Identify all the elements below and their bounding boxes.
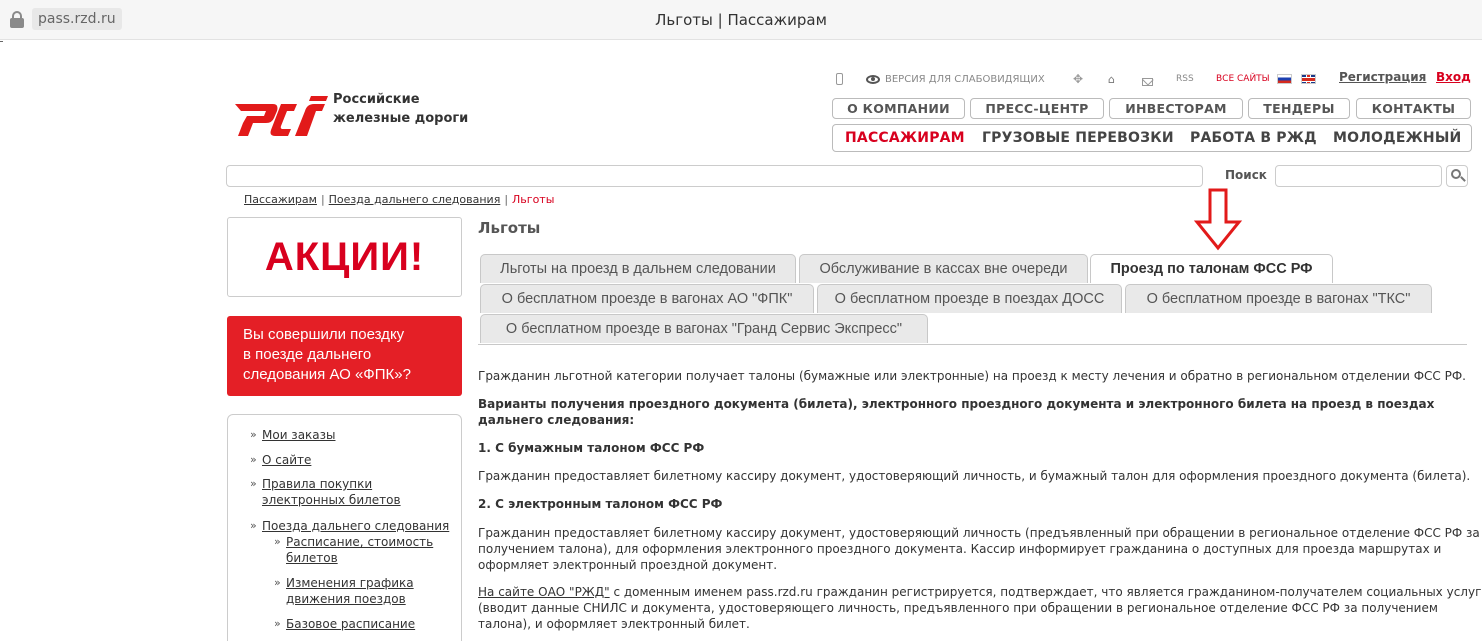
main-nav-youth[interactable]: МОЛОДЕЖНЫЙ [1333,130,1461,146]
mobile-icon [836,73,843,85]
search-button[interactable] [1446,165,1468,187]
tab-long-distance-benefits[interactable]: Льготы на проезд в дальнем следовании [480,254,796,283]
login-link[interactable]: Вход [1436,70,1471,84]
sidebar-item-purchase-rules[interactable]: » Правила покупки электронных билетов [250,476,401,508]
move-icon[interactable]: ✥ [1073,71,1083,87]
tab-fss-coupons[interactable]: Проезд по талонам ФСС РФ [1090,254,1333,283]
section1-heading: 1. С бумажным талоном ФСС РФ [478,441,705,455]
sidebar-subitem-schedule[interactable]: » Расписание, стоимость билетов [274,534,433,566]
main-nav: ПАССАЖИРАМ ГРУЗОВЫЕ ПЕРЕВОЗКИ РАБОТА В Р… [832,124,1472,152]
sidebar-item-my-orders[interactable]: » Мои заказы [250,427,336,443]
logo-text: Российские железные дороги [333,92,469,126]
tab-priority-service[interactable]: Обслуживание в кассах вне очереди [799,254,1088,283]
nav-company[interactable]: О КОМПАНИИ [832,98,965,119]
chevron-right-icon: » [274,535,281,548]
nav-press-center[interactable]: ПРЕСС-ЦЕНТР [970,98,1104,119]
tab-free-tks[interactable]: О бесплатном проезде в вагонах "ТКС" [1125,284,1432,313]
main-nav-passengers[interactable]: ПАССАЖИРАМ [845,130,965,146]
search-input[interactable] [1275,165,1442,187]
main-nav-freight[interactable]: ГРУЗОВЫЕ ПЕРЕВОЗКИ [982,130,1174,146]
rzd-site-link[interactable]: На сайте ОАО "РЖД" [478,585,610,599]
chevron-right-icon: » [250,453,257,466]
breadcrumb-current: Льготы [512,193,555,206]
promo-banner[interactable]: АКЦИИ! [227,217,462,297]
tabs-divider [478,344,1467,345]
breadcrumb-passengers[interactable]: Пассажирам [244,193,317,206]
nav-contacts[interactable]: КОНТАКТЫ [1356,98,1471,119]
sidebar-subitem-base-schedule[interactable]: » Базовое расписание [274,616,415,632]
intro-text: Гражданин льготной категории получает та… [478,369,1466,383]
top-bar-input[interactable] [226,165,1203,187]
rss-link[interactable]: RSS [1176,71,1194,87]
accessibility-link[interactable]: ВЕРСИЯ ДЛЯ СЛАБОВИДЯЩИХ [866,71,1045,87]
mobile-version-link[interactable] [836,71,843,87]
variants-heading: Варианты получения проездного документа … [478,397,1435,427]
breadcrumb: Пассажирам | Поезда дальнего следования | Ль… [244,193,555,206]
sidebar-item-long-distance[interactable]: » Поезда дальнего следования [250,518,449,534]
tab-free-fpk[interactable]: О бесплатном проезде в вагонах АО "ФПК" [480,284,814,313]
breadcrumb-long-distance[interactable]: Поезда дальнего следования [329,193,501,206]
main-nav-careers[interactable]: РАБОТА В РЖД [1190,130,1317,146]
divider [0,41,3,42]
site-registration-text: На сайте ОАО "РЖД" с доменным именем pas… [478,585,1482,631]
section2-heading: 2. С электронным талоном ФСС РФ [478,497,723,511]
sidebar-subitem-schedule-changes[interactable]: » Изменения графика движения поездов [274,575,414,607]
eye-icon [866,74,880,84]
sidebar-menu: » Мои заказы » О сайте » Правила покупки… [227,414,462,641]
browser-toolbar: pass.rzd.ru Льготы | Пассажирам [0,0,1482,40]
home-icon[interactable]: ⌂ [1108,71,1115,87]
window-title: Льготы | Пассажирам [655,11,827,29]
lang-ru-flag[interactable] [1277,71,1292,87]
nav-investors[interactable]: ИНВЕСТОРАМ [1109,98,1243,119]
chevron-right-icon: » [274,576,281,589]
chevron-right-icon: » [250,519,257,532]
chevron-right-icon: » [250,477,257,490]
nav-tenders[interactable]: ТЕНДЕРЫ [1248,98,1350,119]
lang-en-flag[interactable] [1301,71,1316,87]
down-arrow-annotation [1193,188,1243,251]
section1-text: Гражданин предоставляет билетному кассир… [478,469,1471,483]
mail-icon[interactable] [1142,74,1153,90]
chevron-right-icon: » [250,428,257,441]
page-title: Льготы [478,219,541,237]
accessibility-label: ВЕРСИЯ ДЛЯ СЛАБОВИДЯЩИХ [885,73,1045,85]
section2-text: Гражданин предоставляет билетному кассир… [478,526,1480,572]
chevron-right-icon: » [274,617,281,630]
fpk-survey-banner[interactable]: Вы совершили поездку в поезде дальнего с… [227,316,462,396]
all-sites-link[interactable]: ВСЕ САЙТЫ [1216,71,1270,87]
search-label: Поиск [1225,168,1267,182]
tab-free-doss[interactable]: О бесплатном проезде в поездах ДОСС [817,284,1122,313]
promo-text: АКЦИИ! [264,234,425,279]
tab-free-grand-service[interactable]: О бесплатном проезде в вагонах "Гранд Се… [480,314,928,343]
rzd-logo[interactable] [233,92,328,138]
sidebar-item-about[interactable]: » О сайте [250,452,311,468]
register-link[interactable]: Регистрация [1339,70,1426,84]
